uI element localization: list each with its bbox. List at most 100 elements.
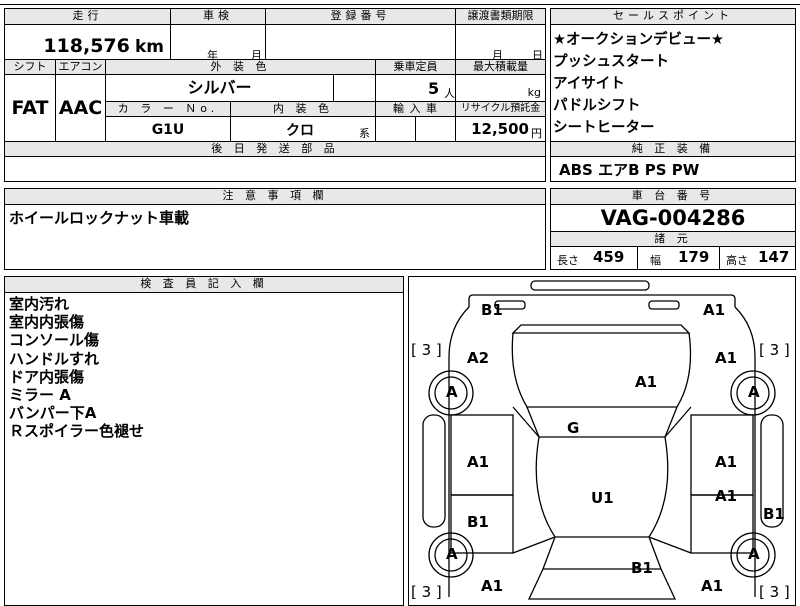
- damage-front-door-left: A1: [467, 453, 490, 471]
- shift-value: FAT: [11, 97, 49, 119]
- damage-center: U1: [591, 489, 614, 507]
- inspector-note: 室内汚れ: [9, 295, 70, 313]
- inspector-note: ドア内張傷: [9, 367, 85, 386]
- registration-header: 登録番号: [265, 9, 455, 25]
- exterior-color-cell: シルバー: [105, 75, 333, 101]
- caution-header: 注 意 事 項 欄: [5, 189, 545, 205]
- inspector-notes: 室内汚れ 室内内張傷 コンソール傷 ハンドルすれ ドア内張傷 ミラー A バンパ…: [9, 295, 144, 441]
- wheel-label: A: [446, 545, 458, 563]
- import-cell-1: [375, 117, 415, 141]
- tread-rear-left: [ 3 ]: [411, 583, 442, 601]
- width-value: 179: [678, 248, 710, 266]
- tread-rear-right: [ 3 ]: [759, 583, 790, 601]
- recycle-unit: 円: [531, 127, 542, 140]
- import-header: 輸 入 車: [375, 101, 455, 117]
- shift-cell: FAT: [5, 75, 55, 141]
- equipment-value: ABS エアB PS PW: [559, 161, 700, 179]
- damage-front-right: A1: [703, 301, 726, 319]
- interior-color-cell: クロ 系: [230, 117, 375, 141]
- vehicle-info-table: 走行 車検 登録番号 譲渡書類期限 118,576 km 年 月 月 日 シフト…: [4, 8, 546, 182]
- inspector-note: バンパー下A: [9, 404, 97, 423]
- shift-header: シフト: [5, 59, 55, 75]
- capacity-unit: 人: [444, 87, 455, 100]
- wheel-label: A: [748, 383, 760, 401]
- max-load-header: 最大積載量: [455, 59, 545, 75]
- selling-point-item: アイサイト: [553, 76, 625, 92]
- mileage-unit: km: [134, 37, 164, 57]
- damage-rear-left: A1: [481, 577, 504, 595]
- later-parts-header: 後 日 発 送 部 品: [5, 141, 545, 157]
- selling-points-header: セールスポイント: [551, 9, 795, 25]
- damage-trunk: B1: [631, 559, 653, 577]
- selling-point-item: シートヒーター: [553, 120, 655, 136]
- damage-fender-right: A1: [715, 349, 738, 367]
- chassis-cell: VAG-004286: [551, 205, 795, 231]
- damage-hood: A1: [635, 373, 658, 391]
- inspector-note: ミラー A: [9, 386, 71, 405]
- inspector-header: 検 査 員 記 入 欄: [5, 277, 403, 293]
- width-label: 幅: [650, 254, 661, 267]
- damage-front-door-right: A1: [715, 453, 738, 471]
- inspector-note: コンソール傷: [9, 331, 100, 350]
- interior-color-value: クロ: [286, 123, 314, 139]
- tread-front-left: [ 3 ]: [411, 341, 442, 359]
- caution-panel: 注 意 事 項 欄 ホイールロックナット車載: [4, 188, 546, 270]
- dimensions-row: 長さ 459 幅 179 高さ 147: [551, 247, 795, 269]
- inspector-note: 室内内張傷: [9, 313, 85, 332]
- aircon-cell: AAC: [55, 75, 105, 141]
- import-cell-2: [415, 117, 455, 141]
- height-label: 高さ: [726, 254, 748, 267]
- inspector-note: Ｒスポイラー色褪せ: [9, 422, 145, 441]
- aircon-header: エアコン: [55, 59, 105, 75]
- damage-front-left: B1: [481, 301, 503, 319]
- wheel-label: A: [446, 383, 458, 401]
- capacity-header: 乗車定員: [375, 59, 455, 75]
- car-diagram-panel: [ 3 ] [ 3 ] [ 3 ] [ 3 ] A A A A B1 A1 A2…: [408, 276, 796, 606]
- width-cell: 幅 179: [637, 247, 719, 269]
- later-parts-cell: [5, 157, 545, 181]
- selling-point-item: プッシュスタート: [553, 54, 669, 70]
- recycle-cell: 12,500 円: [455, 117, 545, 141]
- inspector-panel: 検 査 員 記 入 欄 室内汚れ 室内内張傷 コンソール傷 ハンドルすれ ドア内…: [4, 276, 404, 606]
- chassis-header: 車 台 番 号: [551, 189, 795, 205]
- wheel-label: A: [748, 545, 760, 563]
- equipment-header: 純 正 装 備: [551, 141, 795, 157]
- recycle-value: 12,500: [471, 120, 529, 138]
- interior-color-suffix: 系: [359, 127, 370, 140]
- mileage-value: 118,576: [43, 35, 130, 57]
- damage-sill-right: B1: [763, 505, 785, 523]
- max-load-unit: kg: [527, 86, 541, 99]
- selling-point-item: パドルシフト: [553, 98, 641, 114]
- diagram-labels: [ 3 ] [ 3 ] [ 3 ] [ 3 ] A A A A B1 A1 A2…: [409, 277, 795, 605]
- capacity-cell: 5 人: [375, 75, 455, 101]
- max-load-cell: kg: [455, 75, 545, 101]
- aircon-value: AAC: [58, 97, 103, 119]
- height-value: 147: [758, 248, 790, 266]
- recycle-header: リサイクル預託金: [455, 101, 545, 117]
- selling-points-list: ★オークションデビュー★ プッシュスタート アイサイト パドルシフト シートヒー…: [553, 29, 793, 139]
- exterior-color-header: 外 装 色: [105, 59, 375, 75]
- color-no-value: G1U: [151, 122, 185, 138]
- top-strip: [0, 0, 800, 5]
- color-no-header: カ ラ ー Ｎo.: [105, 101, 230, 117]
- dimensions-header: 諸 元: [551, 231, 795, 247]
- height-cell: 高さ 147: [719, 247, 795, 269]
- exterior-color-value: シルバー: [187, 78, 252, 97]
- damage-rear-door-left: B1: [467, 513, 489, 531]
- length-cell: 長さ 459: [551, 247, 637, 269]
- inspection-header: 車検: [170, 9, 265, 25]
- damage-roof: G: [567, 419, 580, 437]
- damage-rear-door-right: A1: [715, 487, 738, 505]
- chassis-panel: 車 台 番 号 VAG-004286 諸 元 長さ 459 幅 179 高さ 1…: [550, 188, 796, 270]
- caution-text: ホイールロックナット車載: [9, 209, 190, 227]
- exterior-color-extra: [333, 75, 375, 101]
- selling-points-panel: セールスポイント ★オークションデビュー★ プッシュスタート アイサイト パドル…: [550, 8, 796, 182]
- transfer-deadline-header: 譲渡書類期限: [455, 9, 545, 25]
- selling-point-item: ★オークションデビュー★: [553, 32, 724, 48]
- length-value: 459: [593, 248, 625, 266]
- chassis-number: VAG-004286: [600, 206, 746, 230]
- interior-color-header: 内 装 色: [230, 101, 375, 117]
- color-no-cell: G1U: [105, 117, 230, 141]
- inspector-note: ハンドルすれ: [9, 349, 100, 368]
- length-label: 長さ: [557, 254, 579, 267]
